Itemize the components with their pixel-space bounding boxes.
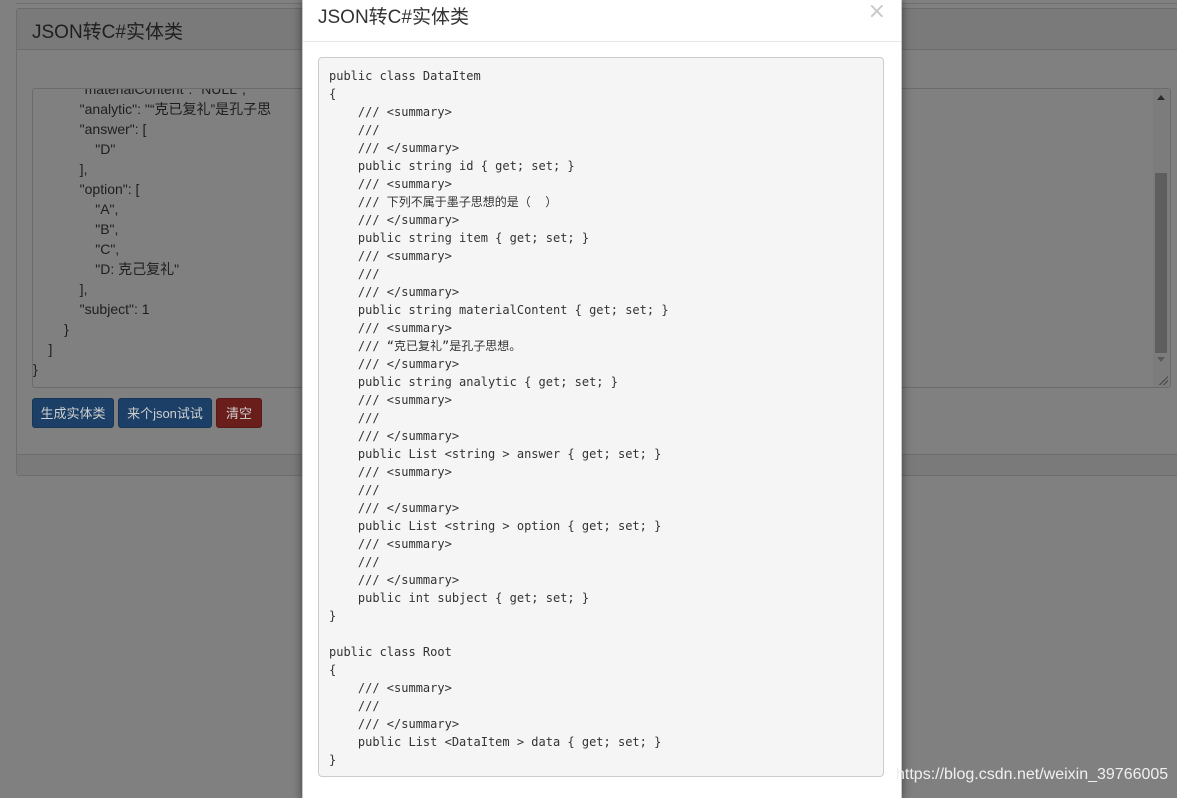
code-line: /// xyxy=(329,483,380,497)
resize-grip-icon[interactable] xyxy=(1158,375,1168,385)
code-line: public int subject { get; set; } xyxy=(329,591,590,605)
json-input-line: "B", xyxy=(33,221,119,237)
textarea-scrollbar[interactable] xyxy=(1153,89,1170,387)
code-line: /// </summary> xyxy=(329,213,460,227)
code-line: /// <summary> xyxy=(329,321,452,335)
code-line: /// <summary> xyxy=(329,681,452,695)
code-line: /// xyxy=(329,411,380,425)
code-line: /// </summary> xyxy=(329,717,460,731)
code-line: public List <DataItem > data { get; set;… xyxy=(329,735,662,749)
json-input-line: ], xyxy=(33,161,88,177)
json-input-line: "A", xyxy=(33,201,119,217)
json-input-line: ] xyxy=(33,341,53,357)
code-line: public string item { get; set; } xyxy=(329,231,590,245)
try-json-button[interactable]: 来个json试试 xyxy=(118,398,212,428)
code-line: { xyxy=(329,663,337,677)
result-modal: JSON转C#实体类 × public class DataItem { /// … xyxy=(302,0,902,798)
code-line: } xyxy=(329,753,337,767)
json-input-line: "C", xyxy=(33,241,120,257)
json-input-line: "subject": 1 xyxy=(33,301,150,317)
code-line: /// <summary> xyxy=(329,537,452,551)
code-line: /// <summary> xyxy=(329,177,452,191)
code-line: /// <summary> xyxy=(329,249,452,263)
scroll-down-arrow-icon[interactable] xyxy=(1157,357,1165,362)
code-line: /// 下列不属于墨子思想的是（ ） xyxy=(329,195,558,209)
code-line: /// <summary> xyxy=(329,105,452,119)
code-line: /// </summary> xyxy=(329,141,460,155)
scroll-up-arrow-icon[interactable] xyxy=(1157,95,1165,100)
json-input-line: } xyxy=(33,361,38,377)
code-line: /// xyxy=(329,555,380,569)
code-line: /// </summary> xyxy=(329,573,460,587)
code-line: /// </summary> xyxy=(329,501,460,515)
code-line: /// <summary> xyxy=(329,465,452,479)
code-line: public string analytic { get; set; } xyxy=(329,375,618,389)
code-line: public class Root xyxy=(329,645,452,659)
code-line: public string id { get; set; } xyxy=(329,159,575,173)
code-line: /// xyxy=(329,699,380,713)
code-line: public List <string > answer { get; set;… xyxy=(329,447,662,461)
modal-title: JSON转C#实体类 xyxy=(318,7,469,28)
panel-title: JSON转C#实体类 xyxy=(32,22,183,43)
code-line: /// “克已复礼”是孔子思想。 xyxy=(329,339,522,353)
code-line: } xyxy=(329,609,337,623)
json-input-line: ], xyxy=(33,281,88,297)
scroll-thumb[interactable] xyxy=(1155,173,1167,353)
json-input-line: "answer": [ xyxy=(33,121,147,137)
code-line: public class DataItem xyxy=(329,69,481,83)
json-input-line: } xyxy=(33,321,69,337)
json-input-line: "D" xyxy=(33,141,116,157)
code-line: public List <string > option { get; set;… xyxy=(329,519,662,533)
code-line: /// </summary> xyxy=(329,429,460,443)
code-line: public string materialContent { get; set… xyxy=(329,303,669,317)
clear-button[interactable]: 清空 xyxy=(216,398,262,428)
code-line: /// <summary> xyxy=(329,393,452,407)
code-line: { xyxy=(329,87,337,101)
modal-header: JSON转C#实体类 × xyxy=(303,0,901,42)
watermark: https://blog.csdn.net/weixin_39766005 xyxy=(896,766,1169,783)
generated-code-block: public class DataItem { /// <summary> ///… xyxy=(318,57,884,777)
json-input-line: "D: 克己复礼" xyxy=(33,261,180,277)
json-input-line: "analytic": "“克已复礼”是孔子思 xyxy=(33,101,272,117)
json-input-line: "option": [ xyxy=(33,181,140,197)
code-line: /// </summary> xyxy=(329,285,460,299)
json-input-line: "materialContent": "NULL", xyxy=(33,88,246,97)
code-line: /// </summary> xyxy=(329,357,460,371)
code-line: /// xyxy=(329,123,380,137)
code-line: /// xyxy=(329,267,380,281)
close-icon[interactable]: × xyxy=(868,0,886,24)
generate-class-button[interactable]: 生成实体类 xyxy=(32,398,114,428)
